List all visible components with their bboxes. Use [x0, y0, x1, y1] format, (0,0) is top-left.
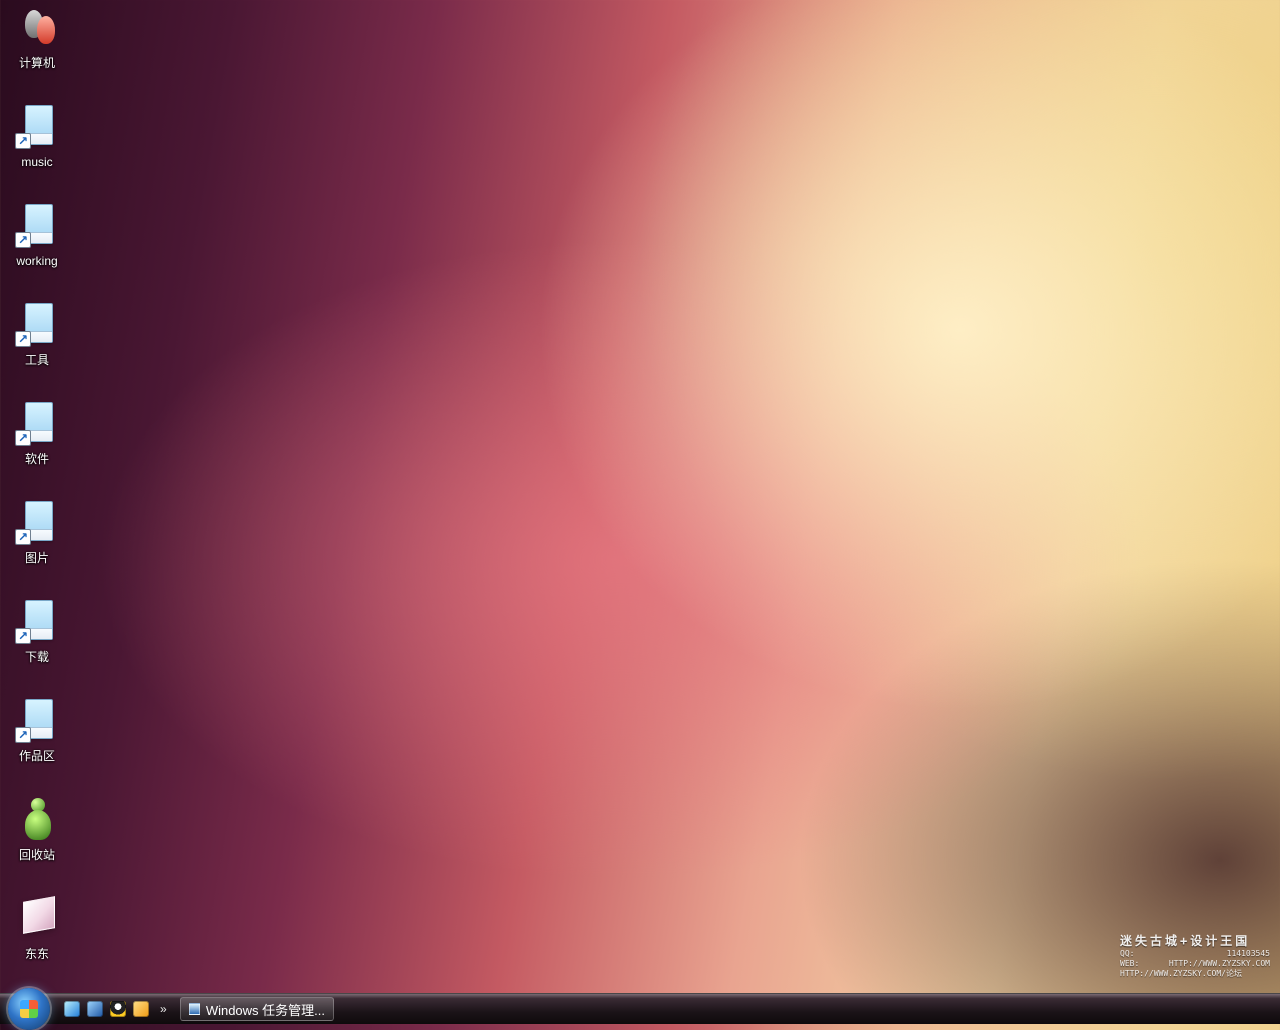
internet-explorer-icon[interactable] [64, 1001, 80, 1017]
shortcut-arrow-icon: ↗ [15, 628, 31, 644]
quick-launch-chevron-button[interactable]: » [160, 1001, 167, 1017]
desktop-icon-label: 图片 [24, 551, 49, 565]
green-body-shape [25, 810, 51, 840]
show-desktop-icon[interactable] [87, 1001, 103, 1017]
computer-people-icon [13, 4, 61, 52]
quick-launch-bar: » [64, 1001, 167, 1017]
desktop-icon-tools[interactable]: ↗ 工具 [0, 301, 74, 379]
desktop-icon-label: 回收站 [18, 848, 55, 862]
desktop-icon-recycle-bin[interactable]: 回收站 [0, 796, 74, 874]
taskbar-button-task-manager[interactable]: Windows 任务管理... [180, 997, 334, 1021]
desktop-icon-dongdong[interactable]: 东东 [0, 895, 74, 973]
shortcut-doc-icon: ↗ [13, 400, 61, 448]
shortcut-arrow-icon: ↗ [15, 727, 31, 743]
qq-icon[interactable] [110, 1001, 126, 1017]
taskbar: » Windows 任务管理... [0, 988, 1280, 1030]
desktop-icon-working[interactable]: ↗ working [0, 202, 74, 280]
desktop-icon-label: working [16, 254, 58, 268]
desktop-icon-label: music [21, 155, 53, 169]
shortcut-doc-icon: ↗ [13, 697, 61, 745]
recycle-bin-icon [13, 796, 61, 844]
person-red-shape [37, 16, 55, 44]
watermark-web2: HTTP://WWW.ZYZSKY.COM/论坛 [1120, 969, 1242, 978]
shortcut-arrow-icon: ↗ [15, 430, 31, 446]
desktop-icon-label: 下载 [24, 650, 49, 664]
watermark: 迷失古城+设计王国 QQ: 114103545 WEB: HTTP://WWW.… [1120, 932, 1270, 984]
watermark-title: 迷失古城+设计王国 [1120, 934, 1251, 948]
shortcut-doc-icon: ↗ [13, 103, 61, 151]
task-manager-icon [189, 1003, 200, 1015]
watermark-qq-value: 114103545 [1226, 949, 1270, 958]
shortcut-arrow-icon: ↗ [15, 133, 31, 149]
watermark-web-row: WEB: HTTP://WWW.ZYZSKY.COM [1120, 959, 1270, 969]
desktop-icon-downloads[interactable]: ↗ 下载 [0, 598, 74, 676]
desktop-icon-works[interactable]: ↗ 作品区 [0, 697, 74, 775]
shortcut-doc-icon: ↗ [13, 499, 61, 547]
desktop: 计算机 ↗ music ↗ working ↗ 工具 ↗ 软件 ↗ 图片 ↗ 下… [0, 0, 1280, 994]
watermark-qq-row: QQ: 114103545 [1120, 949, 1270, 959]
desktop-icon-label: 东东 [24, 947, 49, 961]
desktop-icon-label: 计算机 [18, 56, 55, 70]
desktop-icon-computer[interactable]: 计算机 [0, 4, 74, 82]
desktop-icon-software[interactable]: ↗ 软件 [0, 400, 74, 478]
watermark-qq-label: QQ: [1120, 949, 1135, 958]
watermark-web-value: HTTP://WWW.ZYZSKY.COM [1168, 959, 1270, 968]
desktop-icon-label: 作品区 [18, 749, 55, 763]
watermark-web2-row: HTTP://WWW.ZYZSKY.COM/论坛 [1120, 969, 1270, 979]
taskbar-button-label: Windows 任务管理... [205, 1002, 325, 1018]
watermark-web-label: WEB: [1120, 959, 1140, 968]
shortcut-arrow-icon: ↗ [15, 232, 31, 248]
media-player-icon[interactable] [133, 1001, 149, 1017]
shortcut-arrow-icon: ↗ [15, 331, 31, 347]
shortcut-doc-icon: ↗ [13, 301, 61, 349]
shortcut-doc-icon: ↗ [13, 202, 61, 250]
box-icon [13, 895, 61, 943]
desktop-icon-label: 工具 [24, 353, 49, 367]
cube-shape [23, 896, 55, 934]
shortcut-doc-icon: ↗ [13, 598, 61, 646]
desktop-icon-label: 软件 [24, 452, 49, 466]
shortcut-arrow-icon: ↗ [15, 529, 31, 545]
desktop-icon-pictures[interactable]: ↗ 图片 [0, 499, 74, 577]
desktop-icon-music[interactable]: ↗ music [0, 103, 74, 181]
